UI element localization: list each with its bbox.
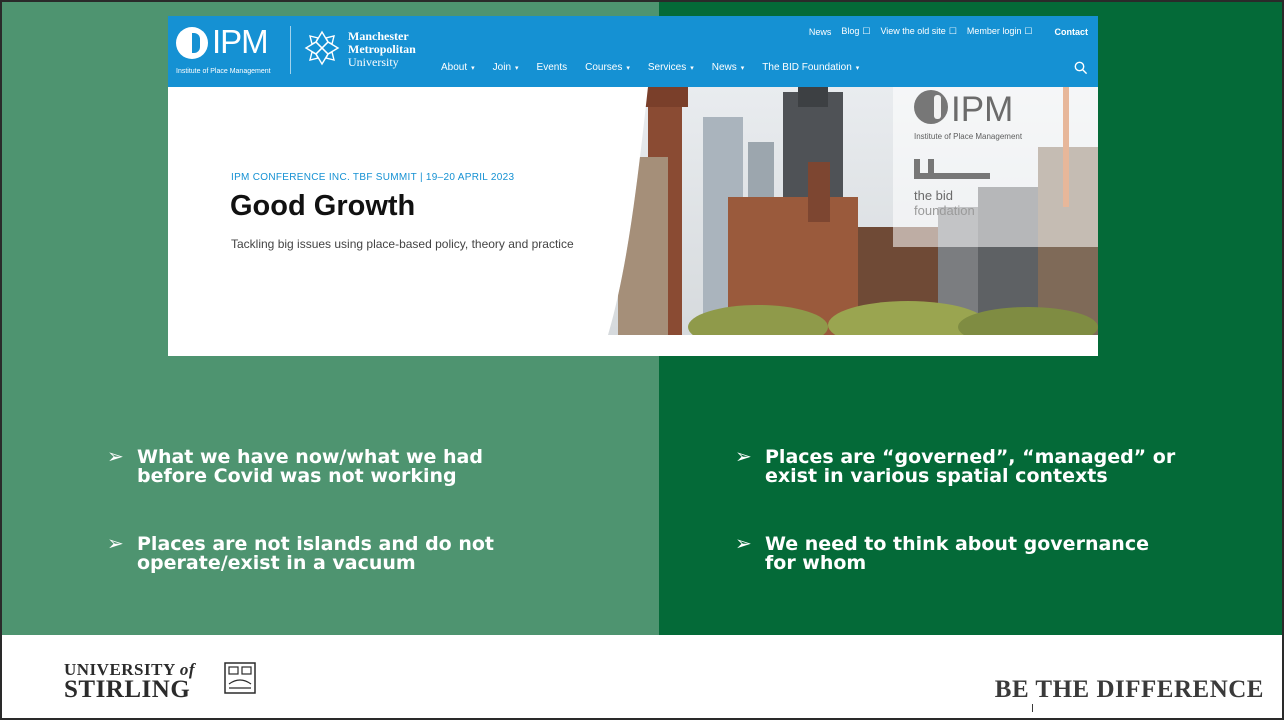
ipm-mark: IPM xyxy=(176,23,286,60)
menu-item-news[interactable]: News ▾ xyxy=(703,62,754,73)
be-the-difference-tagline: BE THE DIFFERENCE xyxy=(994,676,1264,703)
main-menu: About ▾ Join ▾ Events Courses ▾ Services ▾ N… xyxy=(432,62,868,73)
contact-link[interactable]: Contact xyxy=(1055,27,1089,37)
city-skyline-image: IPM Institute of Place Management the bi… xyxy=(608,87,1098,335)
logo-separator xyxy=(290,26,291,74)
hero-banner: IPM CONFERENCE INC. TBF SUMMIT | 19–20 A… xyxy=(168,87,1098,335)
top-link-old-site[interactable]: View the old site ☐ xyxy=(880,26,956,37)
chevron-down-icon: ▾ xyxy=(740,65,745,72)
external-link-icon: ☐ xyxy=(862,26,871,36)
mmu-line3: University xyxy=(348,55,399,69)
chevron-down-icon: ▾ xyxy=(690,65,694,72)
external-link-icon: ☐ xyxy=(948,26,957,36)
arrow-bullet-icon: ➢ xyxy=(107,444,124,468)
website-screenshot: IPM Institute of Place Management Manche… xyxy=(168,16,1098,356)
photo-bid-line1: the bid xyxy=(914,188,953,203)
ipm-circle-icon xyxy=(176,27,208,59)
hero-eyebrow: IPM CONFERENCE INC. TBF SUMMIT | 19–20 A… xyxy=(231,172,515,183)
menu-item-courses[interactable]: Courses ▾ xyxy=(576,62,639,73)
top-link-blog[interactable]: Blog ☐ xyxy=(841,26,870,37)
photo-ipm-subtitle: Institute of Place Management xyxy=(914,132,1023,141)
tagline-rule xyxy=(1032,704,1033,712)
bullet-text: exist in various spatial contexts xyxy=(765,465,1108,487)
hero-title: Good Growth xyxy=(230,190,416,222)
menu-item-join[interactable]: Join ▾ xyxy=(484,62,528,73)
top-link-member-login[interactable]: Member login ☐ xyxy=(967,26,1033,37)
bullet-text: before Covid was not working xyxy=(137,465,457,487)
university-of-stirling-logo: UNIVERSITY of STIRLING xyxy=(64,660,284,706)
site-navbar: IPM Institute of Place Management Manche… xyxy=(168,16,1098,87)
photo-ipm-wordmark: IPM xyxy=(951,90,1013,129)
stirling-name: STIRLING xyxy=(64,676,191,703)
arrow-bullet-icon: ➢ xyxy=(735,531,752,555)
arrow-bullet-icon: ➢ xyxy=(735,444,752,468)
photo-bid-line2: foundation xyxy=(914,203,975,218)
top-links: News Blog ☐ View the old site ☐ Member log… xyxy=(809,26,1088,37)
bullet-text: for whom xyxy=(765,552,867,574)
ipm-logo[interactable]: IPM Institute of Place Management xyxy=(176,23,286,76)
stirling-crest-icon xyxy=(224,662,256,694)
chevron-down-icon: ▾ xyxy=(855,65,860,72)
top-link-news[interactable]: News xyxy=(809,27,832,37)
external-link-icon: ☐ xyxy=(1024,26,1033,36)
chevron-down-icon: ▾ xyxy=(626,65,630,72)
mmu-logo-text[interactable]: Manchester Metropolitan University xyxy=(348,30,416,69)
mmu-flower-icon xyxy=(304,30,340,66)
bullet-text: operate/exist in a vacuum xyxy=(137,552,416,574)
ipm-logo-subtitle: Institute of Place Management xyxy=(176,68,271,75)
chevron-down-icon: ▾ xyxy=(515,65,519,72)
ipm-wordmark: IPM xyxy=(212,23,269,60)
slide: IPM Institute of Place Management Manche… xyxy=(0,0,1284,720)
hero-subtitle: Tackling big issues using place-based po… xyxy=(231,237,574,251)
menu-item-services[interactable]: Services ▾ xyxy=(639,62,703,73)
search-icon[interactable] xyxy=(1074,61,1088,75)
arrow-bullet-icon: ➢ xyxy=(107,531,124,555)
menu-item-events[interactable]: Events xyxy=(528,62,577,73)
chevron-down-icon: ▾ xyxy=(471,65,475,72)
menu-item-about[interactable]: About ▾ xyxy=(432,62,484,73)
menu-item-bid-foundation[interactable]: The BID Foundation ▾ xyxy=(753,62,868,73)
